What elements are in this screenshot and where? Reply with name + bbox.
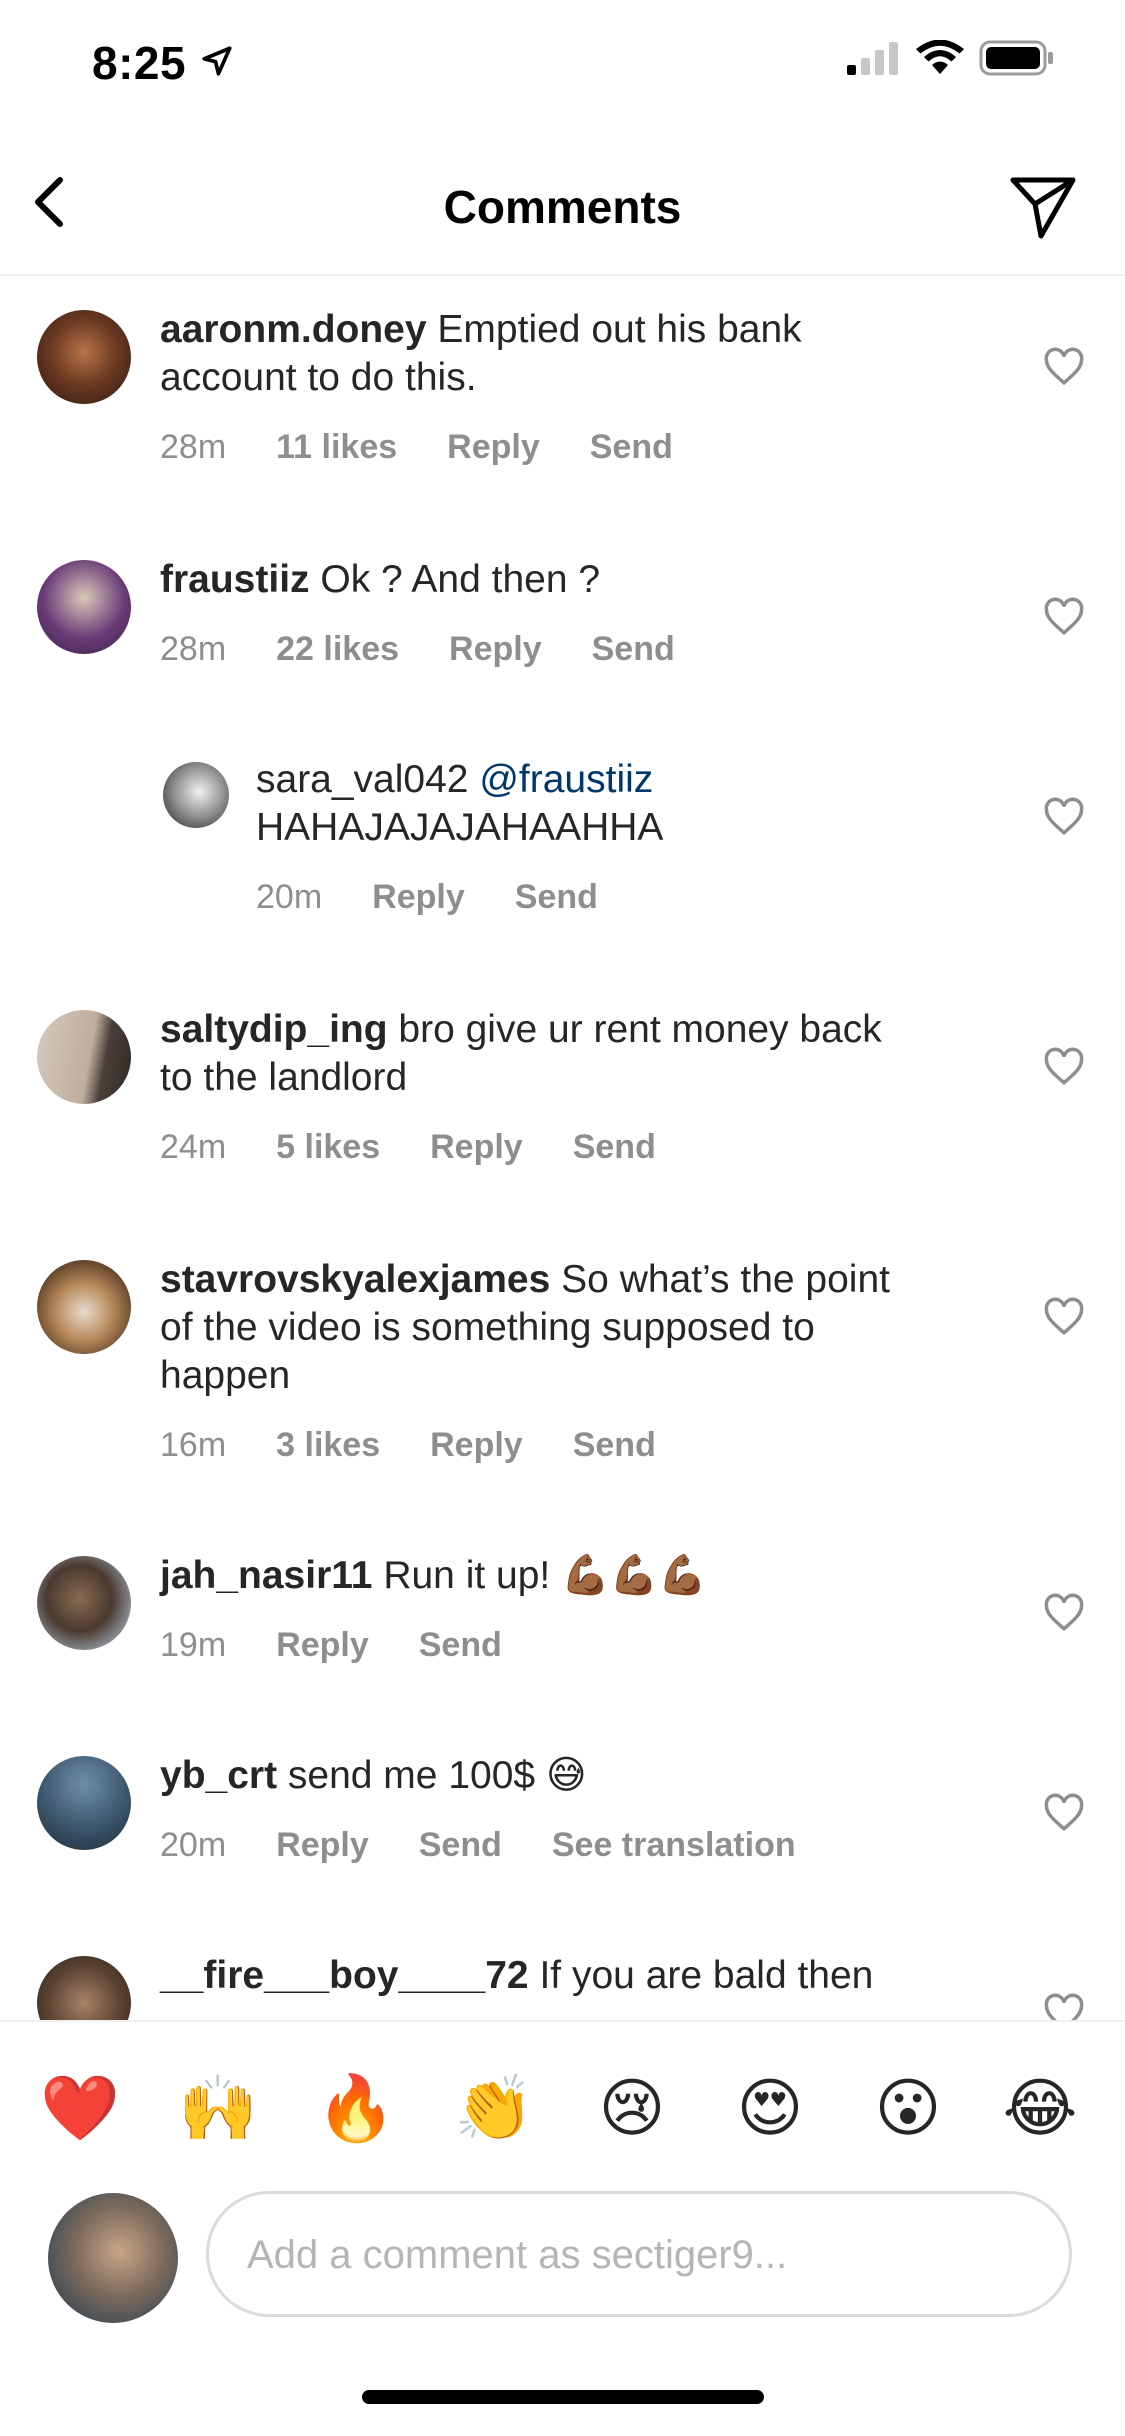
emoji-tears-of-joy-icon[interactable]: 😂: [1000, 2068, 1080, 2148]
emoji-raised-hands-icon[interactable]: 🙌: [178, 2068, 258, 2148]
comment-text: Ok ? And then ?: [320, 558, 601, 601]
comment-mention[interactable]: @fraustiiz: [479, 758, 653, 801]
heart-icon[interactable]: [1043, 1992, 1085, 2020]
location-arrow-icon: [202, 46, 232, 76]
avatar[interactable]: [37, 1756, 131, 1850]
send-button[interactable]: Send: [573, 1426, 656, 1465]
send-button[interactable]: Send: [573, 1128, 656, 1167]
reply-button[interactable]: Reply: [430, 1128, 523, 1167]
emoji-heart-eyes-icon[interactable]: 😍: [730, 2068, 810, 2148]
comment-time: 24m: [160, 1128, 227, 1166]
reply-button[interactable]: Reply: [372, 878, 465, 917]
comment-meta: 28m 11 likes Reply Send: [160, 428, 673, 467]
comment-username[interactable]: sara_val042: [256, 758, 468, 801]
comment-username[interactable]: __fire___boy____72: [160, 1954, 529, 1997]
send-button[interactable]: Send: [590, 428, 673, 467]
current-user-avatar: [48, 2193, 178, 2323]
comment-text: If you are bald then: [539, 1954, 874, 1997]
heart-icon[interactable]: [1043, 796, 1085, 838]
likes-count[interactable]: 11 likes: [276, 428, 397, 467]
reply-button[interactable]: Reply: [276, 1626, 369, 1665]
send-button[interactable]: Send: [419, 1826, 502, 1865]
comment-username[interactable]: yb_crt: [160, 1754, 277, 1797]
heart-icon[interactable]: [1043, 1296, 1085, 1338]
comment-meta: 20m Reply Send See translation: [160, 1826, 796, 1865]
heart-icon[interactable]: [1043, 596, 1085, 638]
comment-time: 16m: [160, 1426, 227, 1464]
heart-icon[interactable]: [1043, 346, 1085, 388]
comment-input-box[interactable]: [206, 2191, 1072, 2317]
avatar[interactable]: [37, 1010, 131, 1104]
send-button[interactable]: Send: [515, 878, 598, 917]
comment-meta: 19m Reply Send: [160, 1626, 502, 1665]
status-bar: 8:25: [0, 0, 1125, 130]
comment-text: send me 100$ 😅: [287, 1754, 587, 1797]
emoji-clapping-hands-icon[interactable]: 👏: [454, 2068, 534, 2148]
comment-time: 20m: [160, 1826, 227, 1864]
likes-count[interactable]: 5 likes: [276, 1128, 380, 1167]
send-button[interactable]: Send: [592, 630, 675, 669]
likes-count[interactable]: 3 likes: [276, 1426, 380, 1465]
wifi-icon: [916, 40, 964, 74]
reply-button[interactable]: Reply: [447, 428, 540, 467]
comment-meta: 24m 5 likes Reply Send: [160, 1128, 656, 1167]
cellular-signal-icon: [847, 42, 898, 75]
heart-icon[interactable]: [1043, 1592, 1085, 1634]
header: Comments: [0, 130, 1125, 276]
reply-button[interactable]: Reply: [449, 630, 542, 669]
comment-time: 19m: [160, 1626, 227, 1664]
comment-time: 20m: [256, 878, 323, 916]
comment-meta: 20m Reply Send: [256, 878, 598, 917]
page-title: Comments: [443, 181, 682, 233]
home-indicator[interactable]: [362, 2390, 764, 2404]
emoji-crying-face-icon[interactable]: 😢: [592, 2068, 672, 2148]
avatar[interactable]: [163, 762, 229, 828]
comment-username[interactable]: fraustiiz: [160, 558, 310, 601]
avatar[interactable]: [37, 1260, 131, 1354]
comment-text: Run it up! 💪🏾💪🏾💪🏾: [383, 1554, 707, 1597]
comment-meta: 28m 22 likes Reply Send: [160, 630, 675, 669]
reply-button[interactable]: Reply: [276, 1826, 369, 1865]
comment-meta: 16m 3 likes Reply Send: [160, 1426, 656, 1465]
avatar[interactable]: [37, 1556, 131, 1650]
emoji-surprised-face-icon[interactable]: 😮: [868, 2068, 948, 2148]
comment-list[interactable]: aaronm.doney Emptied out his bank accoun…: [0, 276, 1125, 2020]
emoji-quick-bar: ❤️ 🙌 🔥 👏 😢 😍 😮 😂: [0, 2020, 1125, 2182]
send-button[interactable]: Send: [419, 1626, 502, 1665]
heart-icon[interactable]: [1043, 1046, 1085, 1088]
status-time: 8:25: [92, 37, 187, 89]
direct-send-icon[interactable]: [1007, 170, 1079, 242]
see-translation-button[interactable]: See translation: [552, 1826, 796, 1865]
comment-input[interactable]: [245, 2194, 1029, 2316]
avatar[interactable]: [37, 310, 131, 404]
comment-time: 28m: [160, 630, 227, 668]
heart-icon[interactable]: [1043, 1792, 1085, 1834]
comment-text: HAHAJAJAJAHAAHHA: [256, 806, 664, 849]
avatar[interactable]: [37, 1956, 131, 2020]
comment-username[interactable]: stavrovskyalexjames: [160, 1258, 550, 1301]
comment-composer: [0, 2180, 1125, 2323]
reply-button[interactable]: Reply: [430, 1426, 523, 1465]
battery-icon: [979, 40, 1053, 76]
comment-time: 28m: [160, 428, 227, 466]
comment-username[interactable]: aaronm.doney: [160, 308, 427, 351]
comment-username[interactable]: saltydip_ing: [160, 1008, 388, 1051]
avatar[interactable]: [37, 560, 131, 654]
comment-username[interactable]: jah_nasir11: [160, 1554, 372, 1597]
emoji-fire-icon[interactable]: 🔥: [316, 2068, 396, 2148]
emoji-heart-icon[interactable]: ❤️: [40, 2068, 120, 2148]
likes-count[interactable]: 22 likes: [276, 630, 399, 669]
